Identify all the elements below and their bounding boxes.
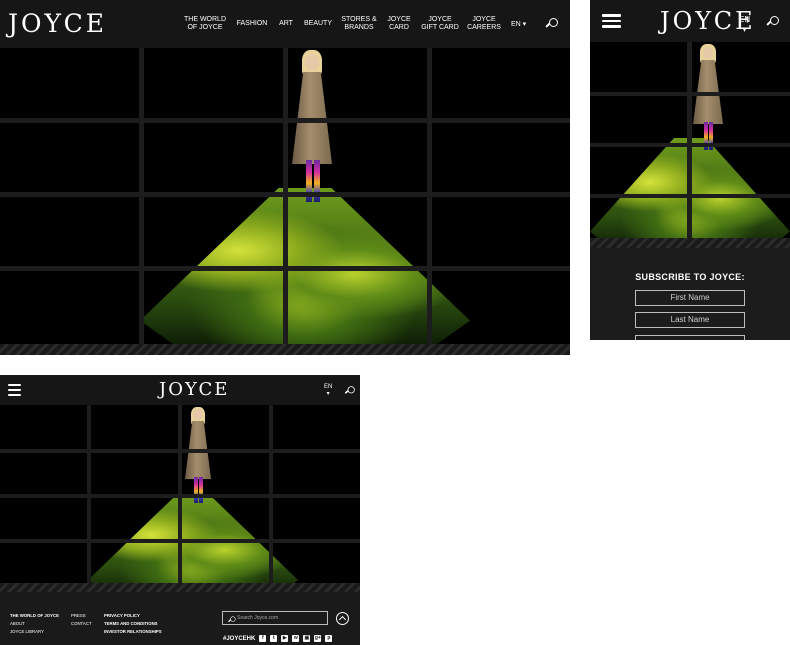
subscribe-section: SUBSCRIBE TO JOYCE: First Name Last Name [590,248,790,340]
footer-link-terms[interactable]: TERMS AND CONDITIONS [104,620,162,628]
search-icon[interactable] [344,386,355,396]
chevron-down-icon: ▾ [742,25,747,34]
hero-image [590,42,790,238]
nav-joyce-careers[interactable]: JOYCE CAREERS [462,16,506,32]
search-icon[interactable] [545,18,558,30]
moss-runway [140,188,470,344]
pinterest-icon[interactable]: p [325,635,333,642]
language-selector[interactable]: EN ▾ [511,20,526,28]
nav-stores-brands[interactable]: STORES & BRANDS [338,16,380,32]
language-label: EN [324,384,333,390]
footer-link-investor[interactable]: INVESTOR RELATIONSHIPS [104,628,162,636]
footer-search-input[interactable]: Search Joyce.com [222,611,328,625]
mobile-view: JOYCE EN ▾ SUBSCRIBE TO JOYCE: First Nam… [590,0,790,340]
google-plus-icon[interactable]: g+ [314,635,322,642]
menu-icon[interactable] [602,14,621,31]
decorative-stripe [0,344,570,355]
site-footer: THE WORLD OF JOYCE ABOUT JOYCE LIBRARY P… [0,592,360,645]
footer-link-library[interactable]: JOYCE LIBRARY [10,628,59,636]
footer-link-privacy[interactable]: PRIVACY POLICY [104,612,162,620]
social-bar: #JOYCEHK f t ▶ w ▣ g+ p [223,635,333,642]
subscribe-title: SUBSCRIBE TO JOYCE: [635,272,745,282]
footer-link-press[interactable]: PRESS [71,612,91,620]
footer-search-placeholder: Search Joyce.com [237,615,279,621]
tablet-header: JOYCE EN ▾ [0,375,360,405]
footer-col-1: THE WORLD OF JOYCE ABOUT JOYCE LIBRARY [10,612,59,636]
hero-image [0,405,360,583]
twitter-icon[interactable]: t [270,635,278,642]
desktop-view: JOYCE THE WORLD OF JOYCE FASHION ART BEA… [0,0,570,355]
runway-model [288,48,336,208]
footer-link-about[interactable]: ABOUT [10,620,59,628]
footer-col-3: PRIVACY POLICY TERMS AND CONDITIONS INVE… [104,612,162,636]
first-name-field[interactable]: First Name [635,290,745,306]
joyce-logo[interactable]: JOYCE [159,379,229,400]
youtube-icon[interactable]: ▶ [281,635,289,642]
instagram-icon[interactable]: ▣ [303,635,311,642]
email-field[interactable] [635,335,745,340]
hashtag-label: #JOYCEHK [223,635,256,642]
footer-col-2: PRESS CONTACT [71,612,91,628]
hero-image [0,48,570,344]
nav-joyce-card[interactable]: JOYCE CARD [380,16,418,32]
last-name-field[interactable]: Last Name [635,312,745,328]
joyce-logo[interactable]: JOYCE [8,9,107,38]
decorative-stripe [590,238,790,248]
decorative-stripe [0,583,360,592]
search-icon[interactable] [766,16,779,28]
desktop-nav: THE WORLD OF JOYCE FASHION ART BEAUTY ST… [180,14,506,34]
scroll-to-top-button[interactable] [336,612,349,625]
tablet-view: JOYCE EN ▾ THE WORLD OF JOYCE ABOUT JOYC… [0,375,360,645]
nav-art[interactable]: ART [274,20,298,28]
facebook-icon[interactable]: f [259,635,267,642]
weibo-icon[interactable]: w [292,635,300,642]
language-selector[interactable]: EN ▾ [324,384,332,398]
nav-joyce-gift-card[interactable]: JOYCE GIFT CARD [418,16,462,32]
moss-runway [88,495,298,583]
menu-icon[interactable] [8,384,21,399]
nav-fashion[interactable]: FASHION [230,20,274,28]
runway-model [690,42,726,154]
search-icon [228,616,236,623]
footer-link-world[interactable]: THE WORLD OF JOYCE [10,612,59,620]
language-label: EN [739,15,751,24]
runway-model [182,405,214,507]
desktop-header: JOYCE THE WORLD OF JOYCE FASHION ART BEA… [0,0,570,48]
nav-beauty[interactable]: BEAUTY [298,20,338,28]
language-selector[interactable]: EN ▾ [739,15,750,35]
footer-link-contact[interactable]: CONTACT [71,620,91,628]
chevron-down-icon: ▾ [326,391,330,397]
mobile-header: JOYCE EN ▾ [590,0,790,42]
nav-world-of-joyce[interactable]: THE WORLD OF JOYCE [180,16,230,32]
